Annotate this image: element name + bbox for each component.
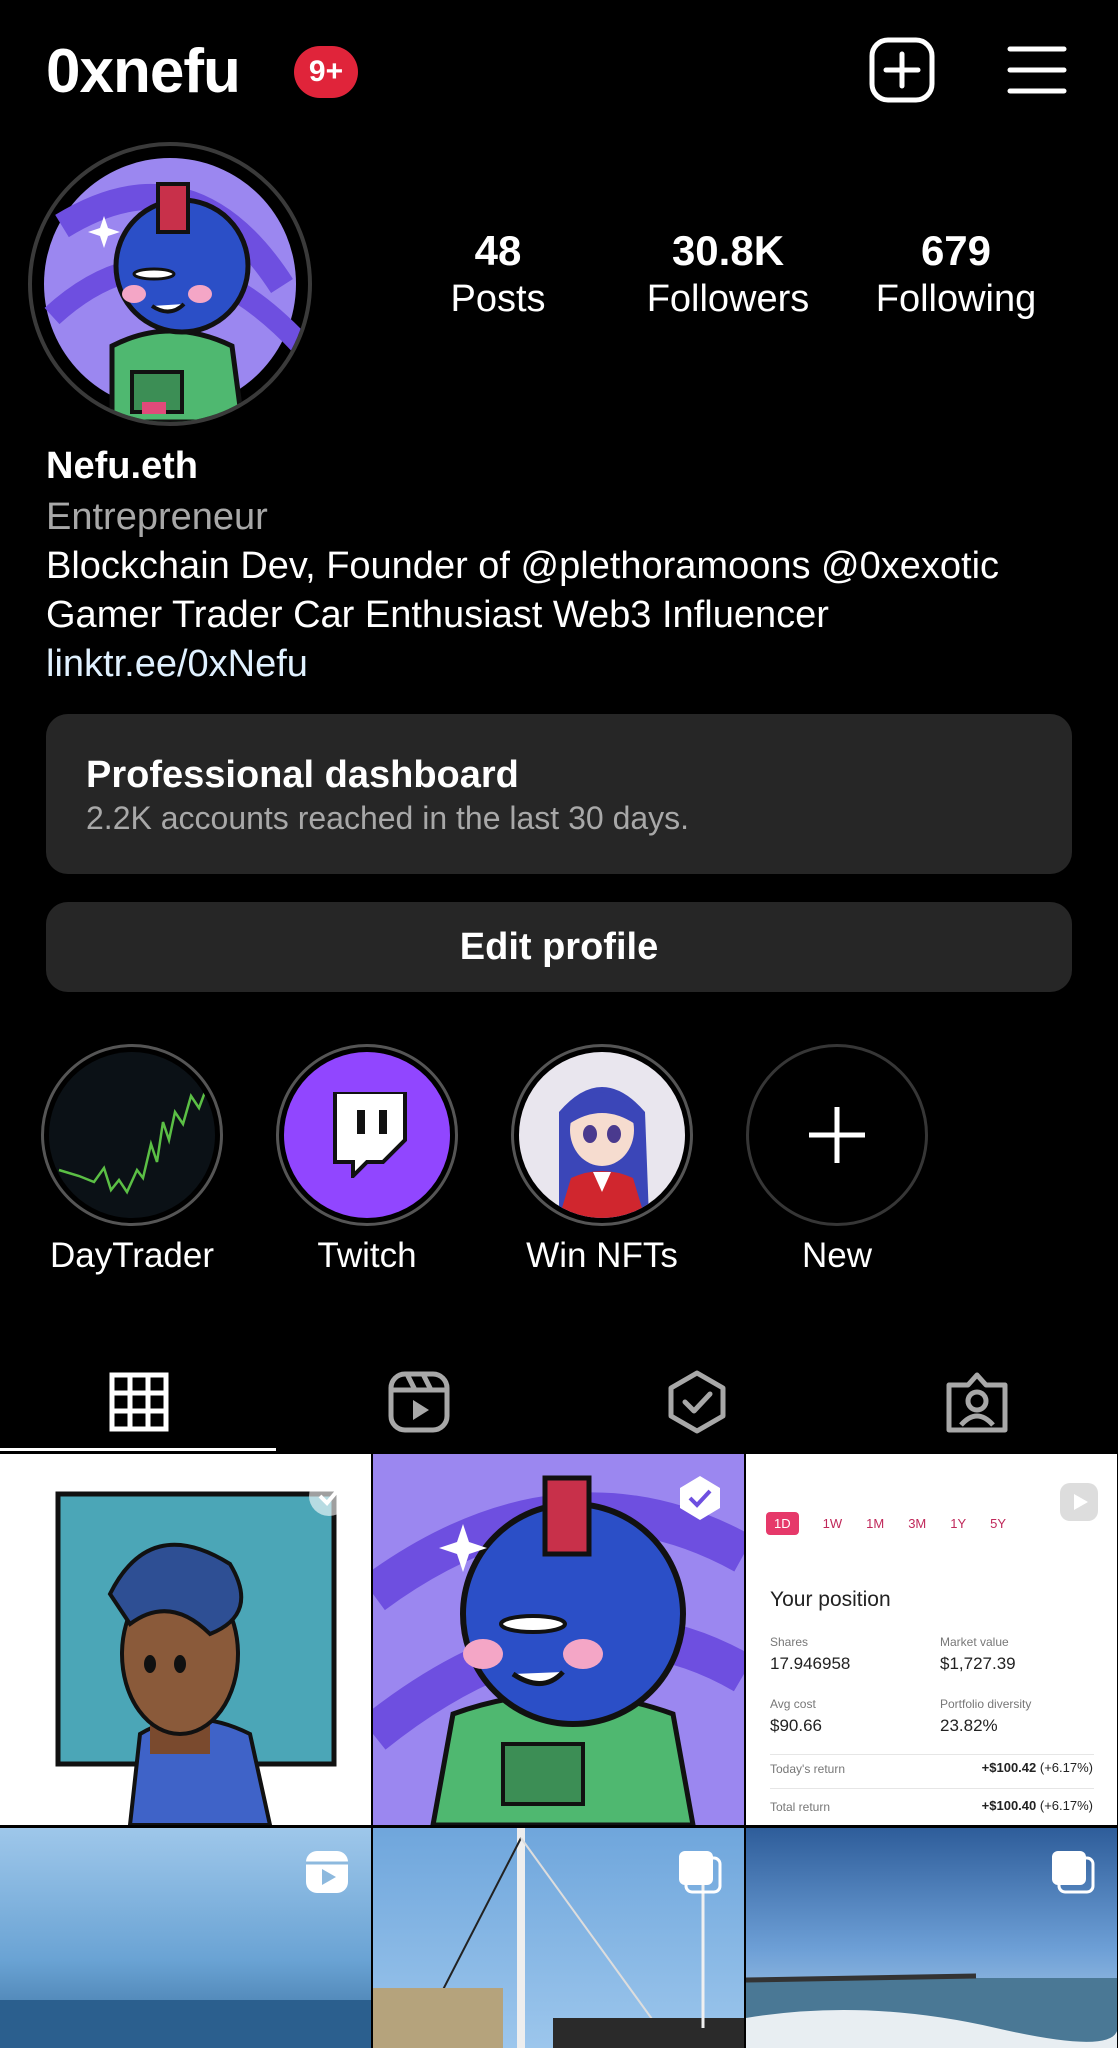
- profile-username[interactable]: 0xnefu: [46, 34, 241, 110]
- tab-posts-grid[interactable]: [0, 1352, 278, 1452]
- highlight-win-nfts[interactable]: Win NFTs: [484, 1044, 720, 1276]
- highlight-ring: [511, 1044, 693, 1226]
- shares-label: Shares: [770, 1635, 809, 1649]
- bio-link[interactable]: linktr.ee/0xNefu: [46, 640, 1086, 689]
- position-title: Your position: [770, 1588, 891, 1611]
- carousel-post-icon: [1049, 1848, 1097, 1901]
- stat-followers[interactable]: 30.8K Followers: [628, 226, 828, 322]
- today-return-label: Today's return: [770, 1762, 845, 1776]
- tagged-person-icon: [946, 1372, 1008, 1433]
- anime-character-thumbnail: [519, 1052, 685, 1218]
- range-selector: 1D 1W 1M 3M 1Y 5Y: [766, 1512, 1006, 1535]
- avatar-image: [44, 158, 308, 422]
- professional-dashboard-card[interactable]: Professional dashboard 2.2K accounts rea…: [46, 714, 1072, 874]
- stat-value: 679: [920, 227, 992, 274]
- grid-post[interactable]: [0, 1828, 371, 2048]
- verified-post-icon: [676, 1474, 724, 1527]
- range-option: 1Y: [950, 1516, 967, 1531]
- highlight-label: DayTrader: [49, 1236, 215, 1275]
- active-tab-indicator: [0, 1448, 276, 1451]
- dashboard-subtitle: 2.2K accounts reached in the last 30 day…: [86, 800, 690, 836]
- range-option: 1W: [822, 1516, 843, 1531]
- range-option: 5Y: [990, 1516, 1007, 1531]
- twitch-logo-icon: [333, 1092, 407, 1178]
- grid-icon: [109, 1372, 169, 1432]
- menu-button[interactable]: [1006, 40, 1068, 100]
- grid-post[interactable]: [373, 1454, 744, 1825]
- profile-avatar[interactable]: [28, 142, 312, 426]
- stat-value: 48: [474, 227, 522, 274]
- twitch-thumbnail: [284, 1052, 450, 1218]
- divider: [770, 1754, 1094, 1755]
- market-value: $1,727.39: [940, 1654, 1016, 1673]
- diversity-label: Portfolio diversity: [940, 1697, 1032, 1711]
- total-return: +$100.40 (+6.17%): [982, 1798, 1093, 1813]
- verified-post-icon: [307, 1474, 351, 1523]
- plus-icon: [809, 1107, 865, 1163]
- range-option: 1D: [766, 1512, 799, 1535]
- plus-square-icon: [869, 37, 935, 103]
- avg-cost-value: $90.66: [770, 1716, 822, 1735]
- stock-chart-icon: [58, 1091, 207, 1195]
- chart-thumbnail: [49, 1052, 215, 1218]
- tab-guides[interactable]: [558, 1352, 836, 1452]
- today-return: +$100.42 (+6.17%): [982, 1760, 1093, 1775]
- stat-posts[interactable]: 48 Posts: [398, 226, 598, 322]
- grid-post[interactable]: [0, 1454, 371, 1825]
- stat-following[interactable]: 679 Following: [856, 226, 1056, 322]
- avg-cost-label: Avg cost: [770, 1697, 816, 1711]
- grid-post-position-screenshot[interactable]: 1D 1W 1M 3M 1Y 5Y Your position Shares 1…: [746, 1454, 1117, 1825]
- today-return-pct: (+6.17%): [1039, 1760, 1093, 1775]
- market-value-label: Market value: [940, 1635, 1009, 1649]
- stat-label: Posts: [450, 278, 546, 320]
- tab-tagged[interactable]: [838, 1352, 1116, 1452]
- highlight-ring: [41, 1044, 223, 1226]
- reel-post-icon: [303, 1848, 351, 1901]
- range-option: 3M: [908, 1516, 927, 1531]
- reel-post-icon: [1057, 1480, 1101, 1529]
- carousel-post-icon: [676, 1848, 724, 1901]
- total-return-pct: (+6.17%): [1039, 1798, 1093, 1813]
- highlight-daytrader[interactable]: DayTrader: [14, 1044, 250, 1276]
- highlight-twitch[interactable]: Twitch: [249, 1044, 485, 1276]
- dashboard-title: Professional dashboard: [86, 754, 519, 796]
- bio-text-line: Gamer Trader Car Enthusiast Web3 Influen…: [46, 594, 829, 636]
- divider: [770, 1788, 1094, 1789]
- bio-section: Nefu.eth Entrepreneur Blockchain Dev, Fo…: [46, 440, 1086, 689]
- category-label: Entrepreneur: [46, 496, 268, 538]
- highlight-ring: [276, 1044, 458, 1226]
- diversity-value: 23.82%: [940, 1716, 998, 1735]
- total-return-value: +$100.40: [981, 1798, 1037, 1813]
- stat-value: 30.8K: [671, 227, 785, 274]
- total-return-label: Total return: [770, 1800, 831, 1814]
- stat-label: Followers: [646, 278, 810, 320]
- bio-text-line: Blockchain Dev, Founder of @plethoramoon…: [46, 545, 1000, 587]
- anime-character-image: [559, 1087, 649, 1218]
- today-return-value: +$100.42: [981, 1760, 1037, 1775]
- new-highlight-plus: [754, 1052, 920, 1218]
- check-badge-icon: [668, 1370, 726, 1434]
- highlight-label: Twitch: [317, 1236, 417, 1275]
- highlight-ring: [746, 1044, 928, 1226]
- grid-post[interactable]: [746, 1828, 1117, 2048]
- stat-label: Following: [875, 278, 1037, 320]
- new-post-button[interactable]: [866, 34, 938, 106]
- highlight-new[interactable]: New: [719, 1044, 955, 1276]
- hamburger-menu-icon: [1007, 46, 1067, 94]
- notification-badge[interactable]: 9+: [294, 46, 358, 98]
- range-option: 1M: [866, 1516, 885, 1531]
- highlight-label: Win NFTs: [526, 1236, 678, 1275]
- highlight-label: New: [801, 1236, 873, 1275]
- grid-post[interactable]: [373, 1828, 744, 2048]
- reels-icon: [388, 1371, 450, 1433]
- edit-profile-button[interactable]: Edit profile: [46, 902, 1072, 992]
- tab-reels[interactable]: [280, 1352, 558, 1452]
- shares-value: 17.946958: [770, 1654, 851, 1673]
- ocean-image: [0, 2000, 371, 2048]
- display-name: Nefu.eth: [46, 445, 198, 487]
